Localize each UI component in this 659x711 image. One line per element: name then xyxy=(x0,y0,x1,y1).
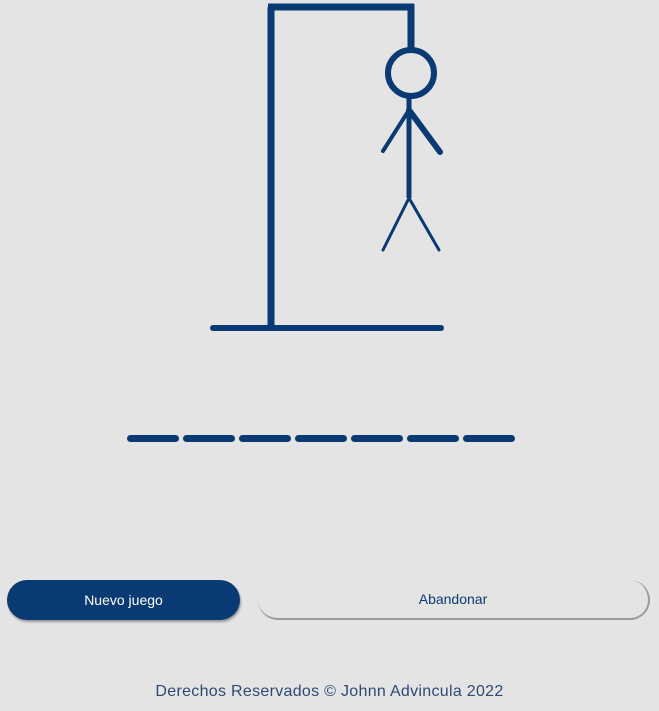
letter-slot xyxy=(239,435,291,442)
letter-slot xyxy=(127,435,179,442)
new-game-button[interactable]: Nuevo juego xyxy=(7,580,240,620)
hangman-right-arm xyxy=(406,107,443,155)
letter-slot xyxy=(463,435,515,442)
letter-slot xyxy=(351,435,403,442)
letter-slot xyxy=(407,435,459,442)
footer-copyright: Derechos Reservados © Johnn Advincula 20… xyxy=(155,683,504,700)
hangman-right-leg xyxy=(407,196,441,252)
word-slots xyxy=(127,435,515,442)
letter-slot xyxy=(295,435,347,442)
hangman-head xyxy=(385,47,437,99)
hangman-left-leg xyxy=(381,196,411,252)
abandon-button[interactable]: Abandonar xyxy=(258,580,650,620)
game-screen: Nuevo juego Abandonar Derechos Reservado… xyxy=(0,0,659,711)
hangman-left-arm xyxy=(381,108,411,153)
letter-slot xyxy=(183,435,235,442)
hangman-drawing xyxy=(210,3,444,331)
